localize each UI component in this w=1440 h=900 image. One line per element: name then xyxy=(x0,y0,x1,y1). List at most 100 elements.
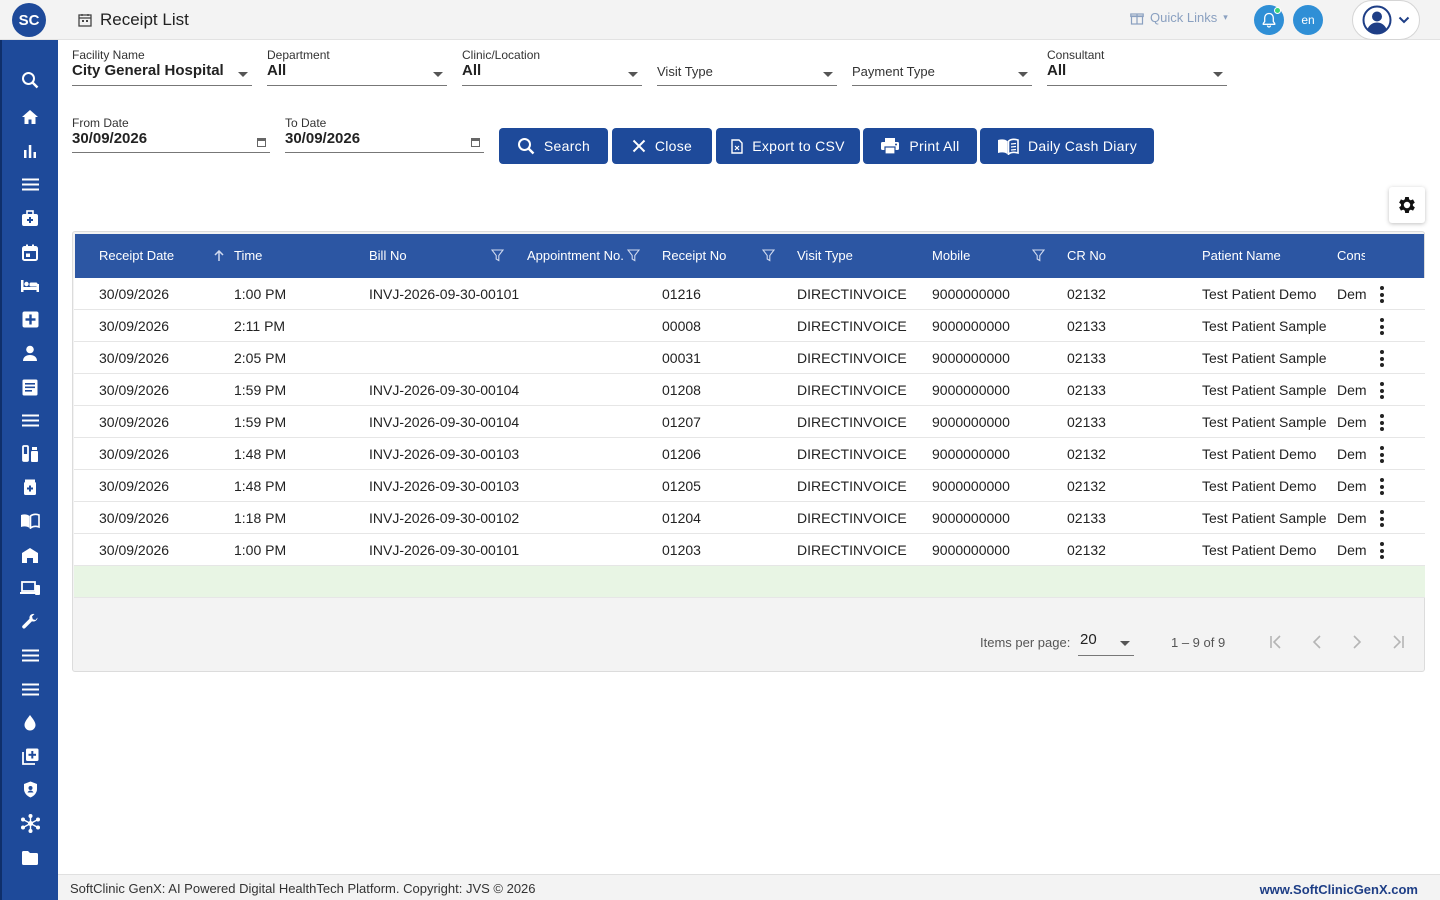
previous-page-button[interactable] xyxy=(1305,630,1329,654)
building-icon[interactable] xyxy=(19,544,41,566)
clinic-location-select[interactable]: Clinic/Location All xyxy=(462,48,642,86)
website-link[interactable]: www.SoftClinicGenX.com xyxy=(1260,882,1418,897)
column-settings-button[interactable] xyxy=(1389,187,1425,223)
column-header-receipt-no[interactable]: Receipt No xyxy=(662,234,772,278)
column-header-cr-no[interactable]: CR No xyxy=(1067,234,1187,278)
filter-icon[interactable] xyxy=(627,249,640,262)
language-button[interactable]: en xyxy=(1293,5,1323,35)
table-row[interactable]: 30/09/2026 1:59 PM INVJ-2026-09-30-00104 01… xyxy=(74,406,1425,438)
row-actions-more-icon[interactable] xyxy=(1379,542,1385,559)
empty-row xyxy=(74,566,1425,598)
to-date-field[interactable]: To Date 30/09/2026 xyxy=(285,116,484,153)
department-select[interactable]: Department All xyxy=(267,48,447,86)
book-icon[interactable] xyxy=(19,510,41,532)
row-actions-more-icon[interactable] xyxy=(1379,414,1385,431)
drop-icon[interactable] xyxy=(19,711,41,733)
print-all-button[interactable]: Print All xyxy=(863,128,977,164)
table-row[interactable]: 30/09/2026 1:18 PM INVJ-2026-09-30-00102 01… xyxy=(74,502,1425,534)
column-header-time[interactable]: Time xyxy=(234,234,354,278)
folder-icon[interactable] xyxy=(19,846,41,868)
table-row[interactable]: 30/09/2026 1:48 PM INVJ-2026-09-30-00103 01… xyxy=(74,470,1425,502)
bar-chart-icon[interactable] xyxy=(19,140,41,162)
sort-arrow-up-icon[interactable] xyxy=(214,250,224,262)
export-csv-button-label: Export to CSV xyxy=(752,138,845,154)
row-actions-more-icon[interactable] xyxy=(1379,318,1385,335)
table-row[interactable]: 30/09/2026 1:00 PM INVJ-2026-09-30-00101 01… xyxy=(74,278,1425,310)
payment-type-select[interactable]: Payment Type xyxy=(852,48,1032,86)
row-actions-more-icon[interactable] xyxy=(1379,510,1385,527)
last-page-button[interactable] xyxy=(1385,630,1409,654)
quick-links-menu[interactable]: Quick Links ▾ xyxy=(1130,10,1228,25)
document-icon[interactable] xyxy=(19,376,41,398)
column-header-receipt-date[interactable]: Receipt Date xyxy=(99,234,209,278)
clinic-location-value: All xyxy=(462,62,482,79)
search-icon[interactable] xyxy=(19,69,41,91)
row-actions-more-icon[interactable] xyxy=(1379,350,1385,367)
department-value: All xyxy=(267,62,287,79)
bed-icon[interactable] xyxy=(19,275,41,297)
column-header-consultant[interactable]: Cons xyxy=(1337,234,1365,278)
app-logo[interactable]: SC xyxy=(12,3,46,37)
first-page-button[interactable] xyxy=(1265,630,1289,654)
column-header-mobile[interactable]: Mobile xyxy=(932,234,1022,278)
user-menu-button[interactable] xyxy=(1352,0,1420,40)
cell-bill-no xyxy=(369,310,524,342)
list-icon[interactable] xyxy=(19,678,41,700)
last-page-icon xyxy=(1393,635,1404,649)
devices-icon[interactable] xyxy=(19,577,41,599)
calendar-icon[interactable] xyxy=(19,241,41,263)
chevron-right-icon xyxy=(1353,635,1362,649)
cell-visit-type: DIRECTINVOICE xyxy=(797,350,907,366)
from-date-field[interactable]: From Date 30/09/2026 xyxy=(72,116,270,153)
close-button[interactable]: Close xyxy=(612,128,712,164)
menu-icon[interactable] xyxy=(19,173,41,195)
filter-icon[interactable] xyxy=(491,249,504,262)
add-box-icon[interactable] xyxy=(19,745,41,767)
lab-icon[interactable] xyxy=(19,443,41,465)
cell-bill-no: INVJ-2026-09-30-00103 xyxy=(369,478,520,494)
filter-icon[interactable] xyxy=(762,249,775,262)
footer: SoftClinic GenX: AI Powered Digital Heal… xyxy=(58,874,1440,900)
column-header-bill-no[interactable]: Bill No xyxy=(369,234,479,278)
filter-icon[interactable] xyxy=(1032,249,1045,262)
list-icon[interactable] xyxy=(19,409,41,431)
facility-select[interactable]: Facility Name City General Hospital xyxy=(72,48,252,86)
export-csv-button[interactable]: Export to CSV xyxy=(716,128,860,164)
row-actions-more-icon[interactable] xyxy=(1379,478,1385,495)
pharmacy-icon[interactable] xyxy=(19,476,41,498)
home-icon[interactable] xyxy=(19,106,41,128)
table-row[interactable]: 30/09/2026 1:00 PM INVJ-2026-09-30-00101 01… xyxy=(74,534,1425,566)
wrench-icon[interactable] xyxy=(19,611,41,633)
row-actions-more-icon[interactable] xyxy=(1379,446,1385,463)
table-row[interactable]: 30/09/2026 2:11 PM 00008 DIRECTINVOICE 90000… xyxy=(74,310,1425,342)
column-header-patient-name[interactable]: Patient Name xyxy=(1202,234,1322,278)
row-actions-more-icon[interactable] xyxy=(1379,382,1385,399)
table-row[interactable]: 30/09/2026 1:59 PM INVJ-2026-09-30-00104 01… xyxy=(74,374,1425,406)
calendar-icon[interactable] xyxy=(257,138,266,147)
column-header-appointment-no[interactable]: Appointment No. xyxy=(527,234,627,278)
to-date-value[interactable]: 30/09/2026 xyxy=(285,130,484,148)
table-row[interactable]: 30/09/2026 2:05 PM 00031 DIRECTINVOICE 90000… xyxy=(74,342,1425,374)
network-icon[interactable] xyxy=(19,812,41,834)
consultant-select[interactable]: Consultant All xyxy=(1047,48,1227,86)
from-date-value[interactable]: 30/09/2026 xyxy=(72,130,270,148)
cell-patient-name: Test Patient Sample xyxy=(1202,318,1327,334)
row-actions-more-icon[interactable] xyxy=(1379,286,1385,303)
plus-square-icon[interactable] xyxy=(19,308,41,330)
shield-icon[interactable] xyxy=(19,778,41,800)
cell-cr-no: 02133 xyxy=(1067,350,1106,366)
person-icon[interactable] xyxy=(19,342,41,364)
notifications-button[interactable] xyxy=(1254,5,1284,35)
table-row[interactable]: 30/09/2026 1:48 PM INVJ-2026-09-30-00103 01… xyxy=(74,438,1425,470)
calendar-icon[interactable] xyxy=(471,138,480,147)
list-icon[interactable] xyxy=(19,644,41,666)
cell-appointment-no xyxy=(526,406,656,438)
items-per-page-select[interactable]: 20 xyxy=(1078,628,1134,656)
search-button[interactable]: Search xyxy=(499,128,608,164)
daily-cash-diary-button[interactable]: Daily Cash Diary xyxy=(980,128,1154,164)
medical-bag-icon[interactable] xyxy=(19,207,41,229)
visit-type-select[interactable]: Visit Type xyxy=(657,48,837,86)
column-header-visit-type[interactable]: Visit Type xyxy=(797,234,917,278)
next-page-button[interactable] xyxy=(1345,630,1369,654)
cell-bill-no: INVJ-2026-09-30-00102 xyxy=(369,510,520,526)
